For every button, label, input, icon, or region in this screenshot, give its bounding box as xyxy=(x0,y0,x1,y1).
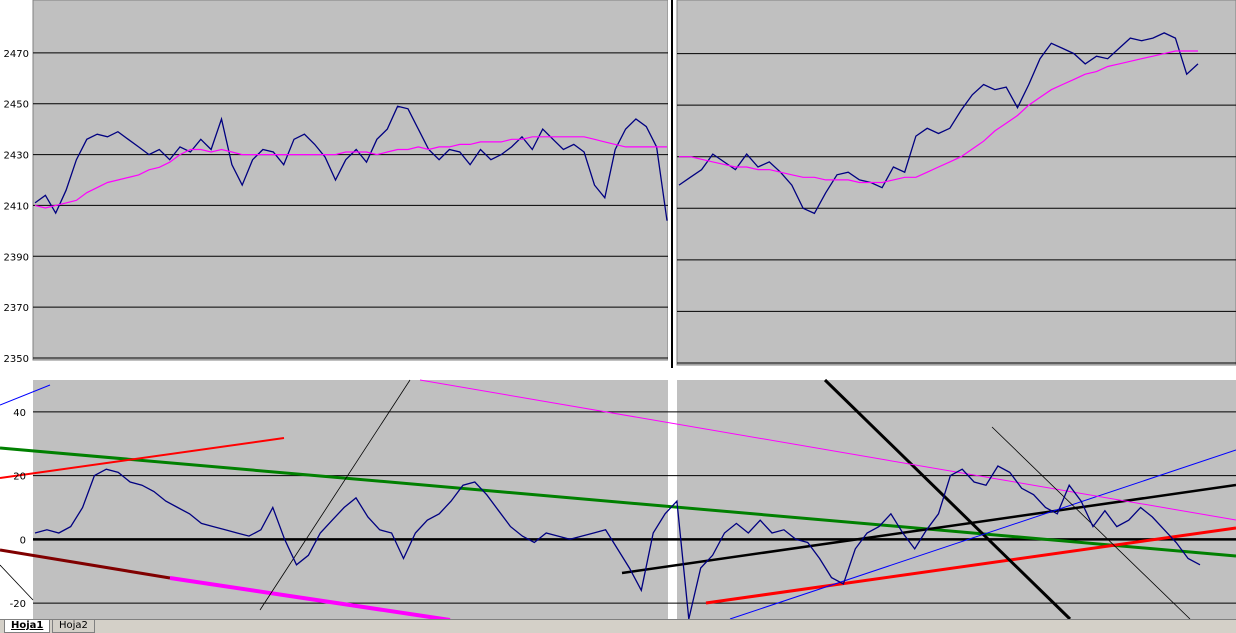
y-tick-label: 40 xyxy=(13,408,26,419)
y-tick-label: 2470 xyxy=(4,49,29,60)
y-tick-label: 0 xyxy=(20,535,26,546)
trendline-thin-black-edge xyxy=(0,564,34,601)
plot-area-right xyxy=(676,0,1236,366)
price-chart-right: 1786157523633151393847265513630170887876… xyxy=(676,0,1236,375)
y-tick-label: 2410 xyxy=(4,201,29,212)
y-tick-label: -20 xyxy=(10,599,26,610)
y-tick-label: 2450 xyxy=(4,100,29,111)
sheet-tab-hoja1[interactable]: Hoja1 xyxy=(4,620,51,633)
plot-area-left xyxy=(32,0,669,361)
horizontal-splitter[interactable] xyxy=(0,368,1236,380)
bottom-splitter[interactable] xyxy=(668,380,677,619)
price-chart-left: 2350237023902410243024502470 17841567235… xyxy=(4,0,674,373)
y-tick-label: 20 xyxy=(13,472,26,483)
y-tick-label: 2390 xyxy=(4,252,29,263)
y-tick-label: 2430 xyxy=(4,151,29,162)
sheet-tab-hoja2[interactable]: Hoja2 xyxy=(52,620,95,633)
y-tick-label: 2350 xyxy=(4,354,29,365)
y-tick-label: 2370 xyxy=(4,303,29,314)
chart-canvas: 2350237023902410243024502470 17841567235… xyxy=(0,0,1236,622)
oscillator-chart: -20 0 20 40 xyxy=(0,378,1236,622)
sheet-tab-bar: Hoja1 Hoja2 xyxy=(0,619,1236,633)
